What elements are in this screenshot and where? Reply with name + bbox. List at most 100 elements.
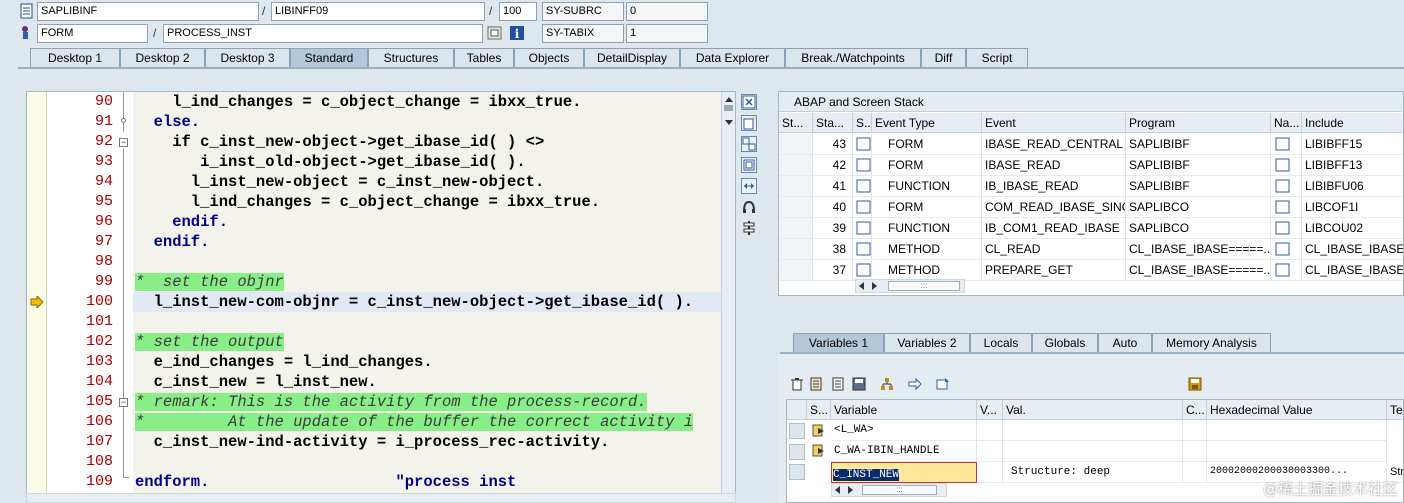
- save-list-icon[interactable]: [852, 377, 866, 391]
- scroll-down-icon[interactable]: [725, 120, 733, 125]
- hierarchy-icon[interactable]: [880, 377, 894, 391]
- column-header[interactable]: Hexadecimal Value: [1207, 400, 1387, 420]
- editor-vertical-scrollbar[interactable]: [721, 92, 735, 502]
- variable-value[interactable]: [1003, 441, 1183, 462]
- editor-horizontal-scrollbar[interactable]: [26, 493, 736, 503]
- maximize-tool-icon[interactable]: [741, 157, 757, 173]
- column-header[interactable]: C...: [1183, 400, 1207, 420]
- program-field[interactable]: SAPLIBINF: [37, 2, 259, 21]
- line-number: 101: [85, 313, 113, 330]
- save-icon[interactable]: [1188, 377, 1202, 391]
- tab-auto[interactable]: Auto: [1098, 333, 1152, 353]
- tab-tables[interactable]: Tables: [454, 48, 514, 68]
- transfer-icon[interactable]: [908, 377, 922, 391]
- event-icon: [19, 24, 35, 40]
- scroll-left-icon[interactable]: [835, 486, 840, 494]
- row-selector[interactable]: [789, 423, 805, 439]
- new-tool-icon[interactable]: [741, 115, 757, 131]
- variable-c: [1183, 420, 1207, 441]
- display-code-icon[interactable]: [487, 25, 503, 41]
- line-number: 104: [85, 373, 113, 390]
- tab-detaildisplay[interactable]: DetailDisplay: [584, 48, 680, 68]
- variable-value[interactable]: [1003, 420, 1183, 441]
- line-number: 105: [85, 393, 113, 410]
- tab-desktop-2[interactable]: Desktop 2: [120, 48, 205, 68]
- tab-variables-2[interactable]: Variables 2: [884, 333, 970, 353]
- vars-horizontal-scrollbar[interactable]: :::: [831, 483, 947, 497]
- line-number: 103: [85, 353, 113, 370]
- variable-v: [977, 441, 1003, 462]
- scroll-thumb[interactable]: [724, 105, 733, 111]
- code-line-comment: * set the output: [135, 333, 284, 351]
- tab-diff[interactable]: Diff: [921, 48, 966, 68]
- grid-header-corner: [787, 400, 807, 420]
- tab-data-explorer[interactable]: Data Explorer: [680, 48, 785, 68]
- deref-icon: [812, 424, 826, 441]
- abap-screen-stack-panel: ABAP and Screen Stack St... Sta... S... …: [778, 91, 1404, 296]
- scroll-up-icon[interactable]: [725, 97, 733, 102]
- resize-tool-icon[interactable]: [741, 178, 757, 194]
- scroll-left-icon[interactable]: [859, 282, 864, 290]
- scroll-thumb[interactable]: :::: [862, 485, 937, 495]
- event-type-field[interactable]: FORM: [37, 24, 148, 43]
- include-field[interactable]: LIBINFF09: [271, 2, 485, 21]
- scroll-right-icon[interactable]: [872, 282, 877, 290]
- fold-toggle-icon[interactable]: −: [119, 398, 128, 407]
- tab-objects[interactable]: Objects: [514, 48, 584, 68]
- code-line: l_ind_changes = c_object_change = ibxx_t…: [135, 193, 601, 211]
- scroll-thumb[interactable]: :::: [888, 281, 960, 291]
- tab-memory-analysis[interactable]: Memory Analysis: [1152, 333, 1271, 353]
- list-icon[interactable]: [810, 377, 824, 391]
- line-number: 108: [85, 453, 113, 470]
- code-line: else.: [135, 113, 201, 131]
- variables-tabs: Variables 1 Variables 2 Locals Globals A…: [793, 333, 1404, 353]
- line-field[interactable]: 100: [499, 2, 537, 21]
- fold-toggle-icon[interactable]: −: [119, 138, 128, 147]
- tab-globals[interactable]: Globals: [1032, 333, 1098, 353]
- line-number: 94: [94, 173, 113, 190]
- row-selector[interactable]: [789, 444, 805, 460]
- column-header[interactable]: Val.: [1003, 400, 1183, 420]
- scroll-right-icon[interactable]: [848, 486, 853, 494]
- config-tool-icon[interactable]: [741, 220, 757, 236]
- variable-name[interactable]: C_WA-IBIN_HANDLE: [831, 441, 977, 462]
- fold-guide: [123, 92, 124, 132]
- tab-standard[interactable]: Standard: [290, 48, 368, 68]
- line-number: 100: [85, 293, 113, 310]
- variable-name-selected[interactable]: C_INST_NEW: [831, 462, 977, 483]
- column-header[interactable]: Variable: [831, 400, 977, 420]
- source-code-editor[interactable]: − − 90 l_ind_changes = c_object_change =…: [26, 91, 736, 503]
- tab-desktop-1[interactable]: Desktop 1: [30, 48, 120, 68]
- tab-script[interactable]: Script: [966, 48, 1028, 68]
- tab-structures[interactable]: Structures: [368, 48, 454, 68]
- code-line: endif.: [135, 233, 210, 251]
- tab-locals[interactable]: Locals: [970, 333, 1032, 353]
- delete-icon[interactable]: [790, 377, 804, 391]
- debugger-header: SAPLIBINF / LIBINFF09 / 100 SY-SUBRC 0 F…: [0, 0, 1404, 46]
- close-tool-icon[interactable]: [741, 94, 757, 110]
- column-header[interactable]: V...: [977, 400, 1003, 420]
- code-line: l_inst_new-object = c_inst_new-object.: [135, 173, 545, 191]
- stack-horizontal-scrollbar[interactable]: :::: [855, 279, 965, 293]
- event-name-field[interactable]: PROCESS_INST: [163, 24, 483, 43]
- line-number: 92: [94, 133, 113, 150]
- list-alt-icon[interactable]: [832, 377, 846, 391]
- services-tool-icon[interactable]: [741, 199, 757, 215]
- tab-breakpoints[interactable]: Break./Watchpoints: [785, 48, 921, 68]
- tab-variables-1[interactable]: Variables 1: [793, 333, 884, 353]
- tab-desktop-3[interactable]: Desktop 3: [205, 48, 290, 68]
- line-number: 91: [94, 113, 113, 130]
- row-selector[interactable]: [789, 464, 805, 480]
- sysfield-name-2: SY-TABIX: [542, 24, 624, 43]
- column-header[interactable]: Te: [1387, 400, 1403, 420]
- column-header[interactable]: S...: [807, 400, 831, 420]
- variable-name[interactable]: <L_WA>: [831, 420, 977, 441]
- select-icon[interactable]: [936, 377, 950, 391]
- code-line: c_inst_new = l_inst_new.: [135, 373, 377, 391]
- variable-value[interactable]: Structure: deep: [1003, 462, 1183, 483]
- swap-tool-icon[interactable]: [741, 136, 757, 152]
- line-number: 109: [85, 473, 113, 490]
- watermark-text: @稀土掘金技术社区: [1262, 480, 1398, 498]
- info-icon[interactable]: i: [509, 25, 525, 41]
- separator: /: [153, 26, 157, 40]
